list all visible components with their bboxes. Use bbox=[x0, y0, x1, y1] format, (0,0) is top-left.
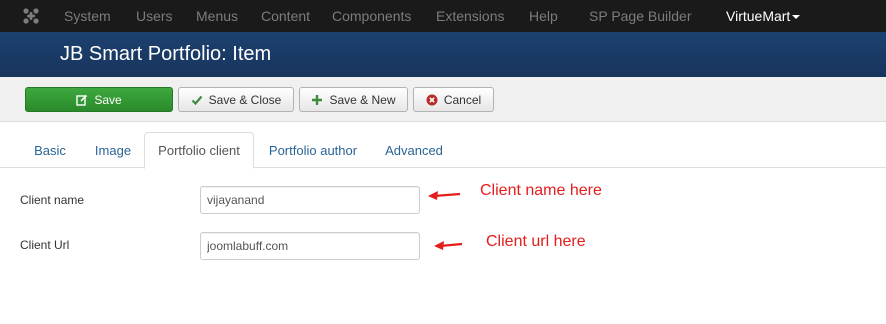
menu-help[interactable]: Help bbox=[529, 8, 558, 24]
tab-image[interactable]: Image bbox=[86, 132, 140, 168]
arrow-left-icon bbox=[434, 241, 463, 250]
page-title: JB Smart Portfolio: Item bbox=[60, 43, 272, 65]
cancel-icon bbox=[426, 94, 438, 105]
menu-menus[interactable]: Menus bbox=[196, 8, 238, 24]
save-close-button[interactable]: Save & Close bbox=[178, 87, 294, 112]
plus-icon bbox=[312, 94, 323, 105]
tab-advanced[interactable]: Advanced bbox=[372, 132, 456, 168]
tab-basic[interactable]: Basic bbox=[20, 132, 80, 168]
client-url-label: Client Url bbox=[20, 238, 70, 252]
arrow-left-icon bbox=[428, 191, 461, 200]
tab-portfolio-author[interactable]: Portfolio author bbox=[258, 132, 368, 168]
menu-extensions[interactable]: Extensions bbox=[436, 8, 504, 24]
caret-down-icon bbox=[792, 15, 801, 20]
page-header: JB Smart Portfolio: Item bbox=[0, 32, 886, 77]
menu-virtuemart-label: VirtueMart bbox=[726, 8, 791, 24]
tab-portfolio-client[interactable]: Portfolio client bbox=[144, 132, 254, 169]
client-name-label: Client name bbox=[20, 193, 85, 207]
save-new-button[interactable]: Save & New bbox=[299, 87, 408, 112]
joomla-logo-icon[interactable] bbox=[22, 7, 40, 25]
check-icon bbox=[191, 95, 202, 105]
save-button[interactable]: Save bbox=[25, 87, 173, 112]
menu-virtuemart[interactable]: VirtueMart bbox=[726, 8, 801, 24]
save-close-label: Save & Close bbox=[208, 92, 282, 107]
client-name-annotation: Client name here bbox=[480, 182, 602, 199]
top-navbar: System Users Menus Content Components Ex… bbox=[0, 0, 886, 32]
tab-bar: Basic Image Portfolio client Portfolio a… bbox=[0, 132, 886, 169]
client-name-input[interactable] bbox=[200, 186, 420, 214]
menu-users[interactable]: Users bbox=[136, 8, 173, 24]
client-url-input[interactable] bbox=[200, 232, 420, 260]
edit-icon bbox=[76, 94, 88, 106]
cancel-button[interactable]: Cancel bbox=[413, 87, 494, 112]
cancel-label: Cancel bbox=[443, 92, 482, 107]
menu-components[interactable]: Components bbox=[332, 8, 411, 24]
menu-content[interactable]: Content bbox=[261, 8, 310, 24]
save-label: Save bbox=[94, 92, 122, 107]
client-url-annotation: Client url here bbox=[486, 233, 586, 250]
menu-sp-page-builder[interactable]: SP Page Builder bbox=[589, 8, 691, 24]
toolbar: Save Save & Close Save & New Cancel bbox=[0, 77, 886, 122]
save-new-label: Save & New bbox=[329, 92, 396, 107]
menu-system[interactable]: System bbox=[64, 8, 111, 24]
